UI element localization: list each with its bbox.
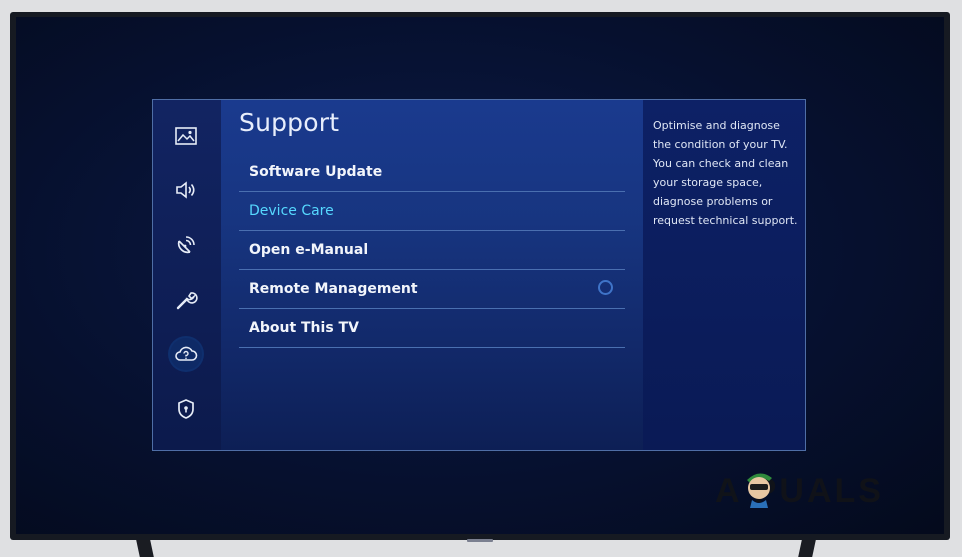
menu-item-label: Remote Management — [249, 281, 418, 297]
picture-icon[interactable] — [170, 120, 202, 152]
description-pane: Optimise and diagnose the condition of y… — [643, 100, 805, 450]
page-title: Support — [239, 108, 340, 137]
menu-item-software-update[interactable]: Software Update — [239, 153, 625, 192]
menu-item-label: Device Care — [249, 203, 334, 219]
tv-frame: Support Software Update Device Care Open… — [10, 12, 950, 540]
watermark: A PUALS — [715, 472, 884, 510]
menu-item-remote-management[interactable]: Remote Management — [239, 270, 625, 309]
tv-stand-left — [136, 540, 154, 557]
support-menu: Support Software Update Device Care Open… — [221, 100, 643, 450]
watermark-mascot-icon — [747, 473, 772, 508]
menu-item-device-care[interactable]: Device Care — [239, 192, 625, 231]
tv-stand-right — [798, 540, 816, 557]
sound-icon[interactable] — [170, 174, 202, 206]
menu-item-about-this-tv[interactable]: About This TV — [239, 309, 625, 348]
menu-item-label: Software Update — [249, 164, 383, 180]
settings-panel: Support Software Update Device Care Open… — [152, 99, 806, 451]
description-text: Optimise and diagnose the condition of y… — [653, 119, 798, 227]
support-icon[interactable] — [170, 338, 202, 370]
privacy-icon[interactable] — [170, 393, 202, 425]
toggle-indicator[interactable] — [598, 280, 613, 295]
menu-item-label: About This TV — [249, 320, 359, 336]
menu-item-open-e-manual[interactable]: Open e-Manual — [239, 231, 625, 270]
menu-item-label: Open e-Manual — [249, 242, 369, 258]
tv-screen: Support Software Update Device Care Open… — [16, 17, 944, 534]
settings-sidebar — [153, 100, 221, 450]
tv-brand-logo — [467, 539, 493, 542]
broadcasting-icon[interactable] — [170, 229, 202, 261]
general-icon[interactable] — [170, 284, 202, 316]
